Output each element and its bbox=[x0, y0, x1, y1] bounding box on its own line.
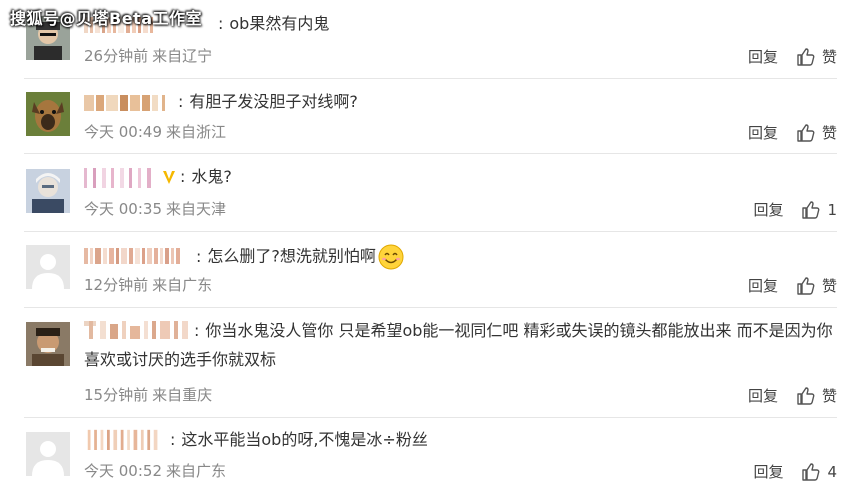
like-count: 1 bbox=[827, 200, 837, 219]
watermark: 搜狐号@贝塔Beta工作室 bbox=[10, 9, 202, 28]
divider bbox=[24, 307, 837, 308]
comment-meta: 今天 00:49 来自浙江 bbox=[84, 122, 230, 142]
username-blurred[interactable] bbox=[84, 166, 176, 188]
comment-time: 今天 00:52 bbox=[84, 462, 162, 480]
comment-time: 12分钟前 bbox=[84, 276, 149, 294]
like-button[interactable]: 赞 bbox=[796, 122, 837, 143]
divider bbox=[24, 231, 837, 232]
like-count: 赞 bbox=[821, 387, 837, 405]
avatar[interactable] bbox=[26, 322, 70, 366]
like-button[interactable]: 赞 bbox=[796, 46, 837, 67]
verified-badge-icon bbox=[163, 171, 175, 184]
avatar[interactable] bbox=[26, 169, 70, 213]
thumbs-up-icon bbox=[797, 276, 815, 295]
comment-time: 今天 00:35 bbox=[84, 200, 162, 218]
comment-location: 来自重庆 bbox=[152, 386, 213, 404]
thumbs-up-icon bbox=[797, 123, 815, 142]
reply-button[interactable]: 回复 bbox=[753, 199, 783, 220]
like-count: 4 bbox=[827, 462, 837, 481]
comment-location: 来自浙江 bbox=[166, 123, 227, 141]
comment-location: 来自天津 bbox=[166, 200, 227, 218]
comment-time: 今天 00:49 bbox=[84, 123, 162, 141]
comment-meta: 15分钟前 来自重庆 bbox=[84, 385, 216, 405]
like-button[interactable]: 赞 bbox=[796, 385, 837, 406]
comment-meta: 今天 00:35 来自天津 bbox=[84, 199, 230, 219]
like-count: 赞 bbox=[821, 48, 837, 66]
comment-time: 26分钟前 bbox=[84, 47, 149, 65]
thumbs-up-icon bbox=[802, 200, 820, 219]
comment-meta: 26分钟前 来自辽宁 bbox=[84, 46, 216, 66]
comment-meta: 今天 00:52 来自广东 bbox=[84, 461, 230, 481]
thumbs-up-icon bbox=[797, 386, 815, 405]
reply-button[interactable]: 回复 bbox=[748, 385, 778, 406]
comment-location: 来自辽宁 bbox=[152, 47, 213, 65]
reply-button[interactable]: 回复 bbox=[748, 46, 778, 67]
username-blurred[interactable] bbox=[84, 428, 174, 450]
comment-text: : ob果然有内鬼 bbox=[218, 14, 330, 33]
like-count: 赞 bbox=[821, 124, 837, 142]
username-blurred[interactable] bbox=[84, 244, 190, 266]
avatar[interactable] bbox=[26, 245, 70, 289]
like-button[interactable]: 赞 bbox=[796, 275, 837, 296]
comment-text: : 你当水鬼没人管你 只是希望ob能一视同仁吧 精彩或失误的镜头都能放出来 而不是… bbox=[84, 321, 833, 369]
reply-button[interactable]: 回复 bbox=[753, 461, 783, 482]
divider bbox=[24, 153, 837, 154]
comment-time: 15分钟前 bbox=[84, 386, 149, 404]
comment-meta: 12分钟前 来自广东 bbox=[84, 275, 216, 295]
reply-button[interactable]: 回复 bbox=[748, 275, 778, 296]
comment-text: : 这水平能当ob的呀,不愧是冰÷粉丝 bbox=[170, 430, 428, 449]
divider bbox=[24, 78, 837, 79]
comment-text: : 怎么删了?想洗就别怕啊 bbox=[196, 244, 404, 270]
comment-text: : 水鬼? bbox=[180, 167, 232, 186]
reply-button[interactable]: 回复 bbox=[748, 122, 778, 143]
avatar[interactable] bbox=[26, 92, 70, 136]
comment-text: : 有胆子发没胆子对线啊? bbox=[178, 92, 358, 111]
smiley-emoji-icon bbox=[378, 244, 404, 270]
thumbs-up-icon bbox=[802, 462, 820, 481]
like-button[interactable]: 4 bbox=[801, 462, 837, 482]
like-count: 赞 bbox=[821, 277, 837, 295]
comment-location: 来自广东 bbox=[152, 276, 213, 294]
thumbs-up-icon bbox=[797, 47, 815, 66]
avatar[interactable] bbox=[26, 432, 70, 476]
comment-location: 来自广东 bbox=[166, 462, 227, 480]
username-blurred[interactable] bbox=[84, 91, 176, 113]
like-button[interactable]: 1 bbox=[801, 200, 837, 220]
divider bbox=[24, 417, 837, 418]
